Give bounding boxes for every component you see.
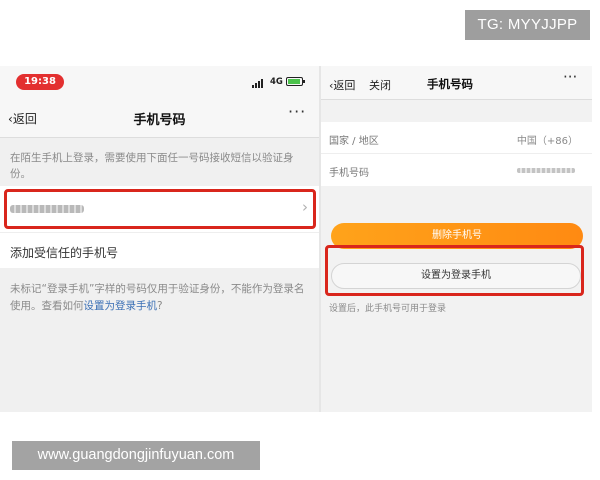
right-screen: ‹返回 关闭 手机号码 ··· 国家 / 地区 中国（+86） 手机号码 删除手… bbox=[321, 66, 592, 412]
page-title: 手机号码 bbox=[427, 77, 473, 91]
battery-icon bbox=[286, 77, 305, 86]
login-phone-hint: 未标记“登录手机”字样的号码仅用于验证身份，不能作为登录名使用。查看如何设置为登… bbox=[10, 281, 312, 315]
close-button[interactable]: 关闭 bbox=[369, 77, 391, 93]
region-value: 中国（+86） bbox=[516, 136, 578, 147]
masked-phone-number bbox=[517, 168, 575, 173]
nav-bar: ‹返回 关闭 手机号码 ··· bbox=[321, 66, 592, 100]
status-time: 19:38 bbox=[16, 74, 64, 90]
login-hint: 在陌生手机上登录，需要使用下面任一号码接收短信以验证身份。 bbox=[10, 152, 294, 180]
watermark-top: TG: MYYJJPP bbox=[465, 10, 590, 40]
set-login-phone-link[interactable]: 设置为登录手机 bbox=[84, 300, 158, 312]
status-bar: 19:38 4G bbox=[0, 66, 319, 98]
region-label: 国家 / 地区 bbox=[329, 136, 379, 147]
highlight-box-phone bbox=[4, 189, 316, 229]
add-trusted-phone-row[interactable]: 添加受信任的手机号 bbox=[0, 232, 319, 268]
nav-bar: ‹返回 手机号码 ··· bbox=[0, 98, 319, 138]
more-icon[interactable]: ··· bbox=[288, 102, 306, 121]
section-gap bbox=[321, 100, 592, 122]
back-label: 返回 bbox=[333, 79, 356, 92]
set-login-phone-button[interactable]: 设置为登录手机 bbox=[331, 263, 581, 289]
add-trusted-phone-label: 添加受信任的手机号 bbox=[10, 246, 119, 260]
watermark-bottom: www.guangdongjinfuyuan.com bbox=[12, 441, 260, 470]
more-icon[interactable]: ··· bbox=[563, 68, 577, 86]
hint-suffix: ? bbox=[157, 300, 163, 312]
page-title: 手机号码 bbox=[133, 113, 186, 128]
left-screen: 19:38 4G ‹返回 手机号码 ··· 在陌生手机上登录，需要使用下面任一号… bbox=[0, 66, 319, 412]
network-type: 4G bbox=[270, 77, 283, 87]
phone-label: 手机号码 bbox=[329, 168, 369, 179]
back-button[interactable]: ‹返回 bbox=[329, 77, 355, 93]
region-row: 国家 / 地区 中国（+86） bbox=[321, 122, 592, 154]
login-note: 设置后，此手机号可用于登录 bbox=[329, 304, 447, 314]
phone-row: 手机号码 bbox=[321, 154, 592, 186]
